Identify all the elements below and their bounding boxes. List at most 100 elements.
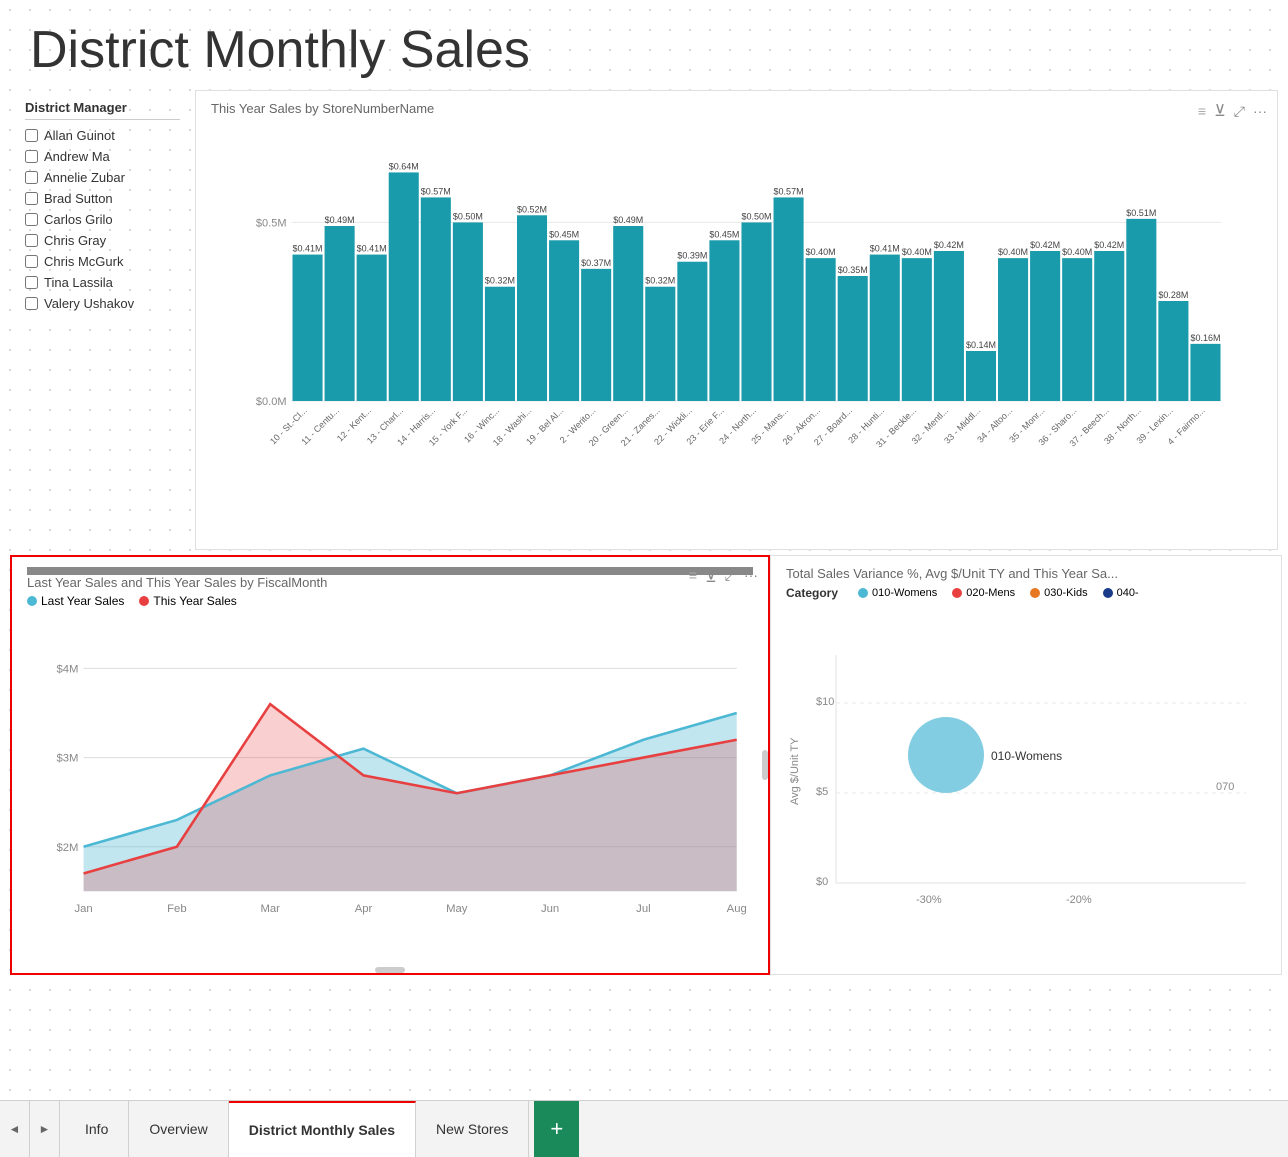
bar-9[interactable] <box>581 269 611 401</box>
scatter-dot-0 <box>858 588 868 598</box>
svg-text:$0.40M: $0.40M <box>806 247 836 257</box>
svg-text:$0.45M: $0.45M <box>709 229 739 239</box>
more-icon-line[interactable]: ··· <box>744 567 758 587</box>
legend-last-year: Last Year Sales <box>27 594 124 608</box>
bar-14[interactable] <box>741 222 771 401</box>
bar-chart-svg: $0.0M$0.5M$0.41M10 - St.-Cl...$0.49M11 -… <box>211 121 1262 481</box>
bar-25[interactable] <box>1094 251 1124 401</box>
bar-21[interactable] <box>966 351 996 401</box>
bar-22[interactable] <box>998 258 1028 401</box>
filter-item[interactable]: Chris McGurk <box>25 254 180 269</box>
svg-text:$0.40M: $0.40M <box>1062 247 1092 257</box>
bar-10[interactable] <box>613 226 643 401</box>
line-chart-panel: Last Year Sales and This Year Sales by F… <box>10 555 770 975</box>
tab-nav-right[interactable]: ► <box>30 1101 60 1157</box>
tab-new-stores[interactable]: New Stores <box>416 1101 529 1157</box>
filter-item[interactable]: Chris Gray <box>25 233 180 248</box>
bar-4[interactable] <box>421 197 451 401</box>
svg-text:$5: $5 <box>816 786 828 798</box>
scatter-legend-label: Category <box>786 586 838 600</box>
bar-13[interactable] <box>709 240 739 401</box>
filter-item[interactable]: Allan Guinot <box>25 128 180 143</box>
tab-info[interactable]: Info <box>65 1101 129 1157</box>
svg-text:$0.41M: $0.41M <box>293 244 323 254</box>
tab-bar: ◄ ► InfoOverviewDistrict Monthly SalesNe… <box>0 1100 1288 1157</box>
filter-icon-line[interactable]: ⊻ <box>705 567 717 587</box>
scatter-label-2: 030-Kids <box>1044 587 1087 599</box>
bar-16[interactable] <box>806 258 836 401</box>
svg-text:Apr: Apr <box>355 903 373 915</box>
svg-text:$0.57M: $0.57M <box>421 186 451 196</box>
bar-6[interactable] <box>485 287 515 401</box>
expand-icon-line[interactable]: ⤢ <box>725 567 736 587</box>
more-icon[interactable]: ··· <box>1253 103 1267 119</box>
svg-text:$0.51M: $0.51M <box>1126 208 1156 218</box>
bar-27[interactable] <box>1158 301 1188 401</box>
tab-overview[interactable]: Overview <box>129 1101 228 1157</box>
bar-1[interactable] <box>325 226 355 401</box>
svg-text:$0.0M: $0.0M <box>256 396 287 408</box>
legend-this-year: This Year Sales <box>139 594 236 608</box>
bar-20[interactable] <box>934 251 964 401</box>
bar-17[interactable] <box>838 276 868 401</box>
svg-text:$2M: $2M <box>56 842 78 854</box>
svg-text:$0.32M: $0.32M <box>645 276 675 286</box>
filter-item[interactable]: Carlos Grilo <box>25 212 180 227</box>
svg-text:$0.45M: $0.45M <box>549 229 579 239</box>
filter-item[interactable]: Tina Lassila <box>25 275 180 290</box>
bar-26[interactable] <box>1126 219 1156 401</box>
bar-19[interactable] <box>902 258 932 401</box>
bar-5[interactable] <box>453 222 483 401</box>
filter-item[interactable]: Annelie Zubar <box>25 170 180 185</box>
bar-2[interactable] <box>357 255 387 401</box>
resize-handle-right[interactable] <box>762 750 768 780</box>
bar-8[interactable] <box>549 240 579 401</box>
bar-15[interactable] <box>774 197 804 401</box>
bar-18[interactable] <box>870 255 900 401</box>
scatter-dot-1 <box>952 588 962 598</box>
svg-text:Jan: Jan <box>74 903 92 915</box>
svg-text:$0.41M: $0.41M <box>357 244 387 254</box>
legend-label-this-year: This Year Sales <box>153 594 236 608</box>
bar-3[interactable] <box>389 172 419 401</box>
svg-text:$0.39M: $0.39M <box>677 251 707 261</box>
legend-dot-last-year <box>27 596 37 606</box>
bar-7[interactable] <box>517 215 547 401</box>
filter-item[interactable]: Valery Ushakov <box>25 296 180 311</box>
svg-text:Mar: Mar <box>260 903 280 915</box>
svg-text:$0.49M: $0.49M <box>325 215 355 225</box>
svg-text:$0.42M: $0.42M <box>1030 240 1060 250</box>
legend-dot-this-year <box>139 596 149 606</box>
bubble-womens[interactable] <box>908 717 984 793</box>
svg-text:$0.41M: $0.41M <box>870 244 900 254</box>
filter-item[interactable]: Andrew Ma <box>25 149 180 164</box>
tab-district-monthly-sales[interactable]: District Monthly Sales <box>229 1101 416 1157</box>
bar-12[interactable] <box>677 262 707 401</box>
tab-nav-left[interactable]: ◄ <box>0 1101 30 1157</box>
scatter-legend: Category 010-Womens 020-Mens 030-Kids 04… <box>786 586 1266 600</box>
bar-23[interactable] <box>1030 251 1060 401</box>
svg-text:$4M: $4M <box>56 664 78 676</box>
bar-11[interactable] <box>645 287 675 401</box>
svg-text:$0.50M: $0.50M <box>453 211 483 221</box>
bar-24[interactable] <box>1062 258 1092 401</box>
expand-icon[interactable]: ⤢ <box>1234 103 1245 120</box>
scatter-cat-1: 020-Mens <box>952 586 1015 600</box>
scatter-label-3: 040- <box>1117 587 1139 599</box>
svg-text:$0.40M: $0.40M <box>998 247 1028 257</box>
resize-handle-bottom[interactable] <box>375 967 405 973</box>
scatter-dot-3 <box>1103 588 1113 598</box>
svg-text:-30%: -30% <box>916 894 942 905</box>
filter-icon[interactable]: ⊻ <box>1214 101 1226 121</box>
bar-28[interactable] <box>1190 344 1220 401</box>
scatter-cat-2: 030-Kids <box>1030 586 1087 600</box>
page-title: District Monthly Sales <box>0 0 1288 90</box>
bar-0[interactable] <box>293 255 323 401</box>
scatter-label-1: 020-Mens <box>966 587 1015 599</box>
tab-add-button[interactable]: + <box>534 1101 579 1157</box>
legend-label-last-year: Last Year Sales <box>41 594 124 608</box>
svg-text:$0.14M: $0.14M <box>966 340 996 350</box>
svg-text:$0.40M: $0.40M <box>902 247 932 257</box>
scatter-title: Total Sales Variance %, Avg $/Unit TY an… <box>786 566 1266 581</box>
filter-item[interactable]: Brad Sutton <box>25 191 180 206</box>
